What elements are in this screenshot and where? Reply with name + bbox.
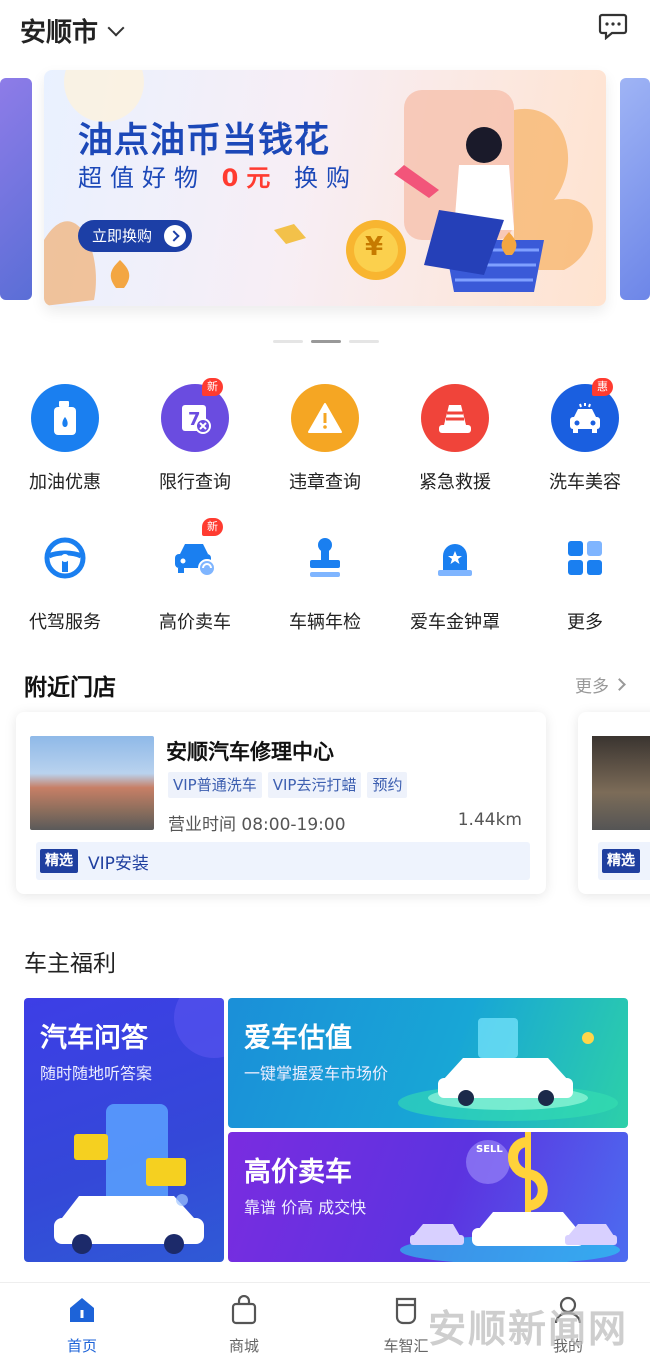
tab-label: 首页 <box>66 1337 97 1355</box>
service-sell-car[interactable]: 新 高价卖车 <box>130 518 260 634</box>
service-label: 限行查询 <box>159 472 231 493</box>
banner-title: 油点油币当钱花 <box>78 121 331 161</box>
message-icon[interactable] <box>598 12 628 40</box>
services-row-2: 代驾服务 新 高价卖车 车辆年检 爱车金钟罩 更多 <box>0 518 650 634</box>
benefit-title: 高价卖车 <box>244 1157 352 1188</box>
banner-next-card[interactable] <box>620 78 650 300</box>
banner-carousel[interactable]: ¥ 油点油币当钱花 超值好物 0元 换购 立即换购 <box>0 70 650 310</box>
nearby-section-title: 附近门店 <box>24 675 116 701</box>
new-badge: 新 <box>202 518 223 536</box>
tab-label: 车智汇 <box>383 1337 429 1355</box>
service-designated-driver[interactable]: 代驾服务 <box>0 524 130 634</box>
benefit-car-qa[interactable]: 汽车问答 随时随地听答案 <box>24 998 224 1262</box>
benefit-subtitle: 一键掌握爱车市场价 <box>244 1064 389 1083</box>
city-label: 安顺市 <box>20 18 99 48</box>
home-icon <box>70 1298 94 1322</box>
fuel-can-icon <box>31 384 99 452</box>
service-emergency-rescue[interactable]: 紧急救援 <box>390 384 520 494</box>
store-tag: VIP普通洗车 <box>168 772 262 798</box>
service-car-protection[interactable]: 爱车金钟罩 <box>390 524 520 634</box>
benefit-subtitle: 靠谱 价高 成交快 <box>244 1198 367 1217</box>
stamp-icon <box>291 524 359 592</box>
store-tag: 预约 <box>367 772 408 798</box>
services-row-1: 加油优惠 7 新 限行查询 违章查询 紧急救援 惠 洗车美容 <box>0 378 650 494</box>
arrow-right-icon <box>164 225 187 247</box>
banner-button-label: 立即换购 <box>92 227 153 245</box>
shield-bell-icon <box>421 524 489 592</box>
tab-home[interactable]: 首页 <box>42 1295 122 1356</box>
banner-oil-coin[interactable]: ¥ 油点油币当钱花 超值好物 0元 换购 立即换购 <box>44 70 606 306</box>
service-label: 违章查询 <box>289 472 361 493</box>
store-tag: VIP去污打蜡 <box>267 772 362 798</box>
store-vip-promo[interactable]: 精选 VIP安装 <box>36 842 530 880</box>
featured-badge: 精选 <box>602 849 640 873</box>
service-label: 洗车美容 <box>549 472 621 493</box>
service-restriction-query[interactable]: 7 新 限行查询 <box>130 378 260 494</box>
benefit-title: 汽车问答 <box>40 1023 148 1054</box>
coin-symbol: ¥ <box>365 232 384 262</box>
tab-label: 商城 <box>228 1337 259 1355</box>
warning-icon <box>291 384 359 452</box>
store-distance: 1.44km <box>457 810 522 830</box>
tab-mall[interactable]: 商城 <box>204 1295 284 1356</box>
nearby-more-link[interactable]: 更多 <box>575 672 626 697</box>
carousel-dot <box>349 340 379 343</box>
cup-icon <box>395 1297 417 1325</box>
store-photo <box>30 736 154 830</box>
carousel-indicator <box>273 340 379 343</box>
app-root: 安顺市 ¥ 油点油币当钱花 超值好物 0元 换购 立即换购 加油优惠 7 新 限… <box>0 0 650 1359</box>
carousel-dot <box>273 340 303 343</box>
banner-subtitle-highlight: 0元 <box>221 164 279 192</box>
store-name: 安顺汽车修理中心 <box>166 740 334 764</box>
discount-badge: 惠 <box>592 378 613 396</box>
service-more[interactable]: 更多 <box>520 524 650 634</box>
benefit-car-valuation[interactable]: 爱车估值 一键掌握爱车市场价 <box>228 998 628 1128</box>
store-card-next[interactable]: 精选 <box>578 712 650 894</box>
benefit-subtitle: 随时随地听答案 <box>40 1064 153 1083</box>
featured-badge: 精选 <box>40 849 78 873</box>
banner-subtitle: 超值好物 0元 换购 <box>78 158 358 193</box>
shopping-bag-icon <box>231 1295 257 1325</box>
vip-promo-text: VIP安装 <box>88 853 149 874</box>
service-car-wash[interactable]: 惠 洗车美容 <box>520 378 650 494</box>
banner-subtitle-pre: 超值好物 <box>78 164 206 192</box>
sos-icon <box>421 384 489 452</box>
city-selector[interactable]: 安顺市 <box>20 12 125 49</box>
chevron-down-icon <box>107 19 125 36</box>
banner-exchange-button[interactable]: 立即换购 <box>78 220 193 252</box>
benefits-section-title: 车主福利 <box>24 951 116 977</box>
chevron-right-icon <box>613 678 626 691</box>
service-violation-query[interactable]: 违章查询 <box>260 384 390 494</box>
banner-prev-card[interactable] <box>0 78 32 300</box>
store-card[interactable]: 安顺汽车修理中心 VIP普通洗车 VIP去污打蜡 预约 营业时间 08:00-1… <box>16 712 546 894</box>
service-label: 车辆年检 <box>289 612 361 633</box>
benefit-sell-car[interactable]: SELL 高价卖车 靠谱 价高 成交快 <box>228 1132 628 1262</box>
benefit-title: 爱车估值 <box>244 1023 352 1054</box>
service-label: 紧急救援 <box>419 472 491 493</box>
banner-subtitle-post: 换购 <box>293 164 358 192</box>
store-vip-promo: 精选 <box>598 842 650 880</box>
store-hours: 营业时间 08:00-19:00 <box>168 815 346 835</box>
grid-more-icon <box>551 524 619 592</box>
service-label: 高价卖车 <box>159 612 231 633</box>
steering-wheel-icon <box>31 524 99 592</box>
watermark: 安顺新闻网 <box>427 1307 628 1351</box>
sell-sign: SELL <box>476 1144 503 1155</box>
service-label: 爱车金钟罩 <box>410 612 500 633</box>
service-label: 代驾服务 <box>29 612 101 633</box>
more-label: 更多 <box>575 677 609 697</box>
service-label: 加油优惠 <box>29 472 101 493</box>
carousel-dot-active <box>311 340 341 343</box>
store-tags: VIP普通洗车 VIP去污打蜡 预约 <box>168 772 408 798</box>
service-annual-inspection[interactable]: 车辆年检 <box>260 524 390 634</box>
top-bar: 安顺市 <box>0 0 650 60</box>
service-label: 更多 <box>567 612 603 633</box>
store-photo <box>592 736 650 830</box>
new-badge: 新 <box>202 378 223 396</box>
service-fuel-discount[interactable]: 加油优惠 <box>0 384 130 494</box>
